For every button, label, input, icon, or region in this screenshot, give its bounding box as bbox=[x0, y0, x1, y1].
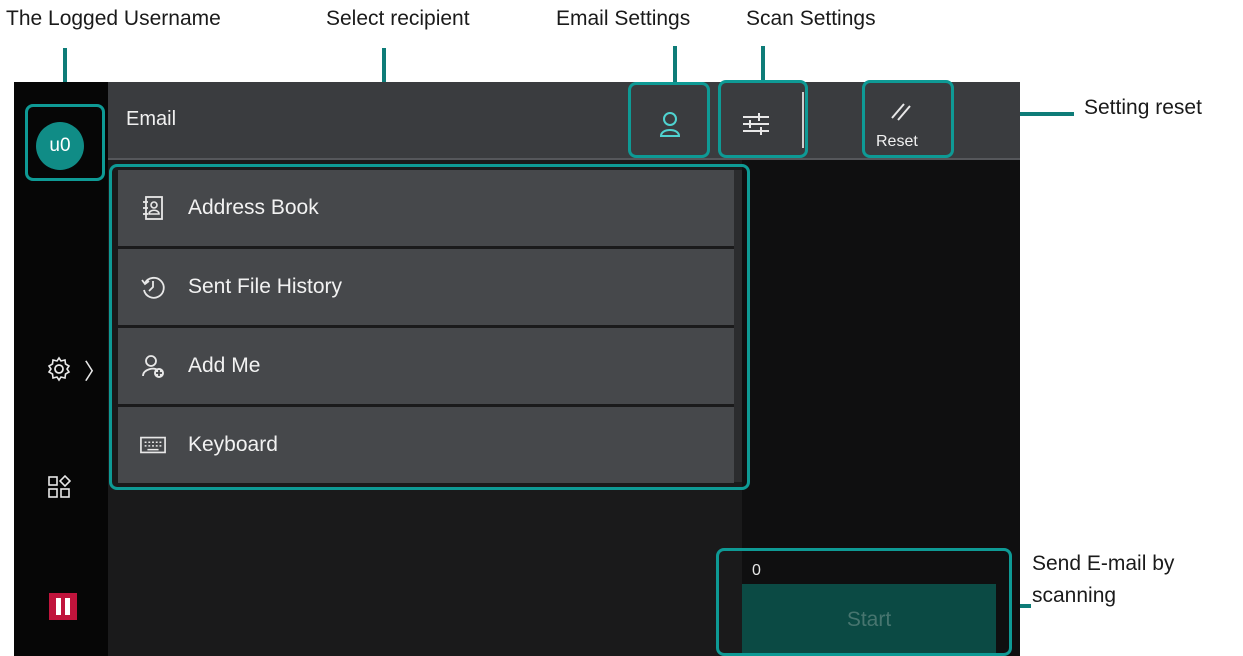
leader-line-scan-settings bbox=[761, 46, 765, 82]
leader-line-email-settings bbox=[673, 46, 677, 82]
annotation-setting-reset: Setting reset bbox=[1084, 96, 1202, 119]
annotation-select-recipient: Select recipient bbox=[326, 7, 470, 30]
highlight-reset bbox=[862, 80, 954, 158]
annotation-send-email-line1: Send E-mail by bbox=[1032, 552, 1175, 575]
annotation-email-settings: Email Settings bbox=[556, 7, 691, 30]
chevron-right-icon[interactable]: 〉 bbox=[84, 354, 106, 386]
settings-button[interactable] bbox=[44, 354, 74, 384]
apps-button[interactable] bbox=[44, 472, 74, 502]
highlight-email-settings bbox=[628, 82, 710, 158]
page-title: Email bbox=[126, 108, 177, 130]
pause-icon bbox=[56, 598, 61, 615]
highlight-start bbox=[716, 548, 1012, 656]
stop-button[interactable] bbox=[49, 593, 77, 620]
annotation-scan-settings: Scan Settings bbox=[746, 7, 876, 30]
highlight-recipient bbox=[109, 164, 750, 490]
highlight-username bbox=[25, 104, 105, 181]
annotation-send-email-line2: scanning bbox=[1032, 584, 1117, 607]
apps-icon bbox=[48, 475, 71, 498]
gear-icon bbox=[47, 356, 71, 382]
highlight-scan-settings bbox=[718, 80, 808, 158]
annotation-logged-username: The Logged Username bbox=[6, 7, 221, 30]
